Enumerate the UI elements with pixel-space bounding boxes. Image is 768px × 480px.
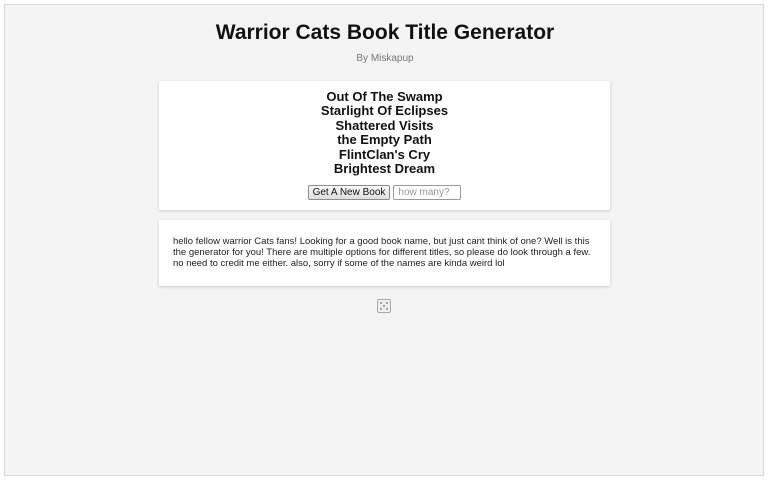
- author-byline: By Miskapup: [356, 53, 414, 64]
- quantity-input[interactable]: [393, 185, 462, 200]
- generator-card: Out Of The Swamp Starlight Of Eclipses S…: [159, 81, 610, 210]
- generated-name: the Empty Path: [337, 132, 432, 148]
- generated-name: Brightest Dream: [333, 161, 436, 177]
- generated-name: FlintClan's Cry: [338, 146, 431, 162]
- dice-icon[interactable]: [377, 299, 391, 313]
- description-text: hello fellow warrior Cats fans! Looking …: [173, 236, 591, 269]
- get-new-book-button[interactable]: Get A New Book: [307, 185, 391, 200]
- page-title: Warrior Cats Book Title Generator: [215, 21, 555, 44]
- generator-controls: Get A New Book: [159, 185, 610, 200]
- generated-name: Out Of The Swamp: [326, 89, 443, 104]
- description-card: hello fellow warrior Cats fans! Looking …: [159, 220, 610, 286]
- generated-names-list: Out Of The Swamp Starlight Of Eclipses S…: [159, 89, 610, 177]
- generated-name: Shattered Visits: [335, 117, 434, 133]
- generated-name: Starlight Of Eclipses: [320, 103, 449, 119]
- page-frame: Warrior Cats Book Title Generator By Mis…: [4, 4, 764, 476]
